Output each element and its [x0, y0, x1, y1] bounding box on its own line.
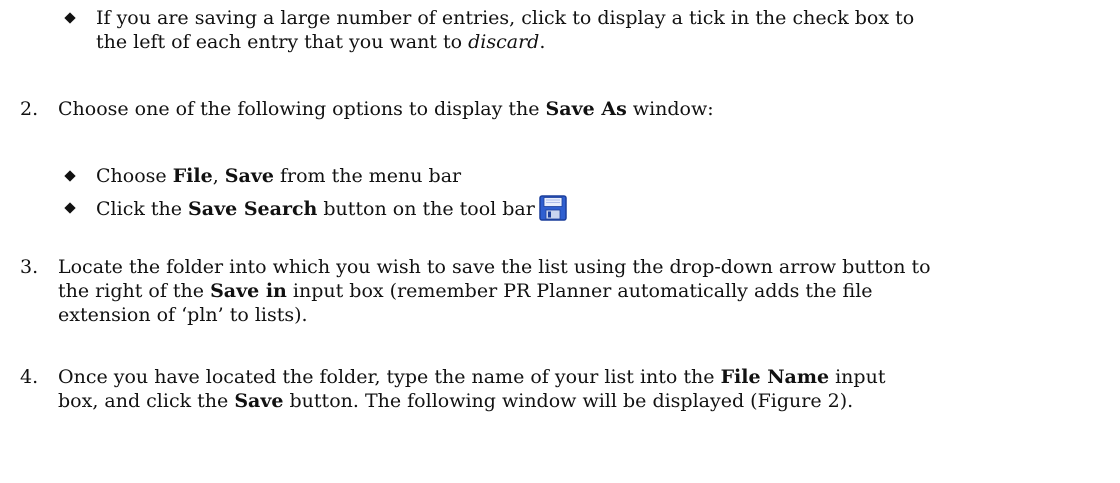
bullet-marker: [64, 12, 76, 24]
floppy-disk-icon: [539, 195, 567, 221]
step-2-text: Choose one of the following options to d…: [58, 97, 714, 121]
bullet-discard-line-2: the left of each entry that you want to …: [96, 30, 545, 54]
step-3-line-1: Locate the folder into which you wish to…: [58, 255, 931, 279]
ui-term: File: [172, 165, 213, 187]
step-3-line-2: the right of the Save in input box (reme…: [58, 279, 873, 303]
text: the right of the: [58, 280, 211, 302]
step-4-line-2: box, and click the Save button. The foll…: [58, 389, 853, 413]
ui-term: Save: [234, 390, 284, 412]
text: If you are saving a large number of entr…: [96, 7, 915, 29]
bullet-discard-line-1: If you are saving a large number of entr…: [96, 6, 914, 30]
ui-term: Save in: [210, 280, 287, 302]
bullet-file-save: Choose File, Save from the menu bar: [96, 164, 461, 188]
ui-term: File Name: [720, 366, 830, 388]
text: the left of each entry that you want to: [96, 31, 469, 53]
step-number: 3.: [20, 256, 39, 278]
ui-term: Save As: [545, 98, 627, 120]
bullet-save-search: Click the Save Search button on the tool…: [96, 195, 567, 221]
text: button on the tool bar: [317, 198, 535, 220]
text: Choose: [96, 165, 173, 187]
emphasis-text: discard: [468, 31, 540, 53]
bullet-marker: [64, 170, 76, 182]
text: window:: [626, 98, 714, 120]
text: box, and click the: [58, 390, 235, 412]
text: ,: [212, 165, 225, 187]
step-number: 4.: [20, 366, 39, 388]
text: Click the: [96, 198, 189, 220]
ui-term: Save: [224, 165, 274, 187]
text: Once you have located the folder, type t…: [58, 366, 721, 388]
text: .: [539, 31, 546, 53]
text: input: [829, 366, 886, 388]
text: Locate the folder into which you wish to…: [58, 256, 931, 278]
step-4-line-1: Once you have located the folder, type t…: [58, 365, 885, 389]
text: from the menu bar: [273, 165, 462, 187]
bullet-marker: [64, 202, 76, 214]
text: input box (remember PR Planner automatic…: [286, 280, 873, 302]
ui-term: Save Search: [188, 198, 318, 220]
text: Choose one of the following options to d…: [58, 98, 546, 120]
step-3-line-3: extension of ‘pln’ to lists).: [58, 303, 308, 327]
text: button. The following window will be dis…: [283, 390, 854, 412]
step-number: 2.: [20, 98, 39, 120]
text: extension of ‘pln’ to lists).: [58, 304, 308, 326]
